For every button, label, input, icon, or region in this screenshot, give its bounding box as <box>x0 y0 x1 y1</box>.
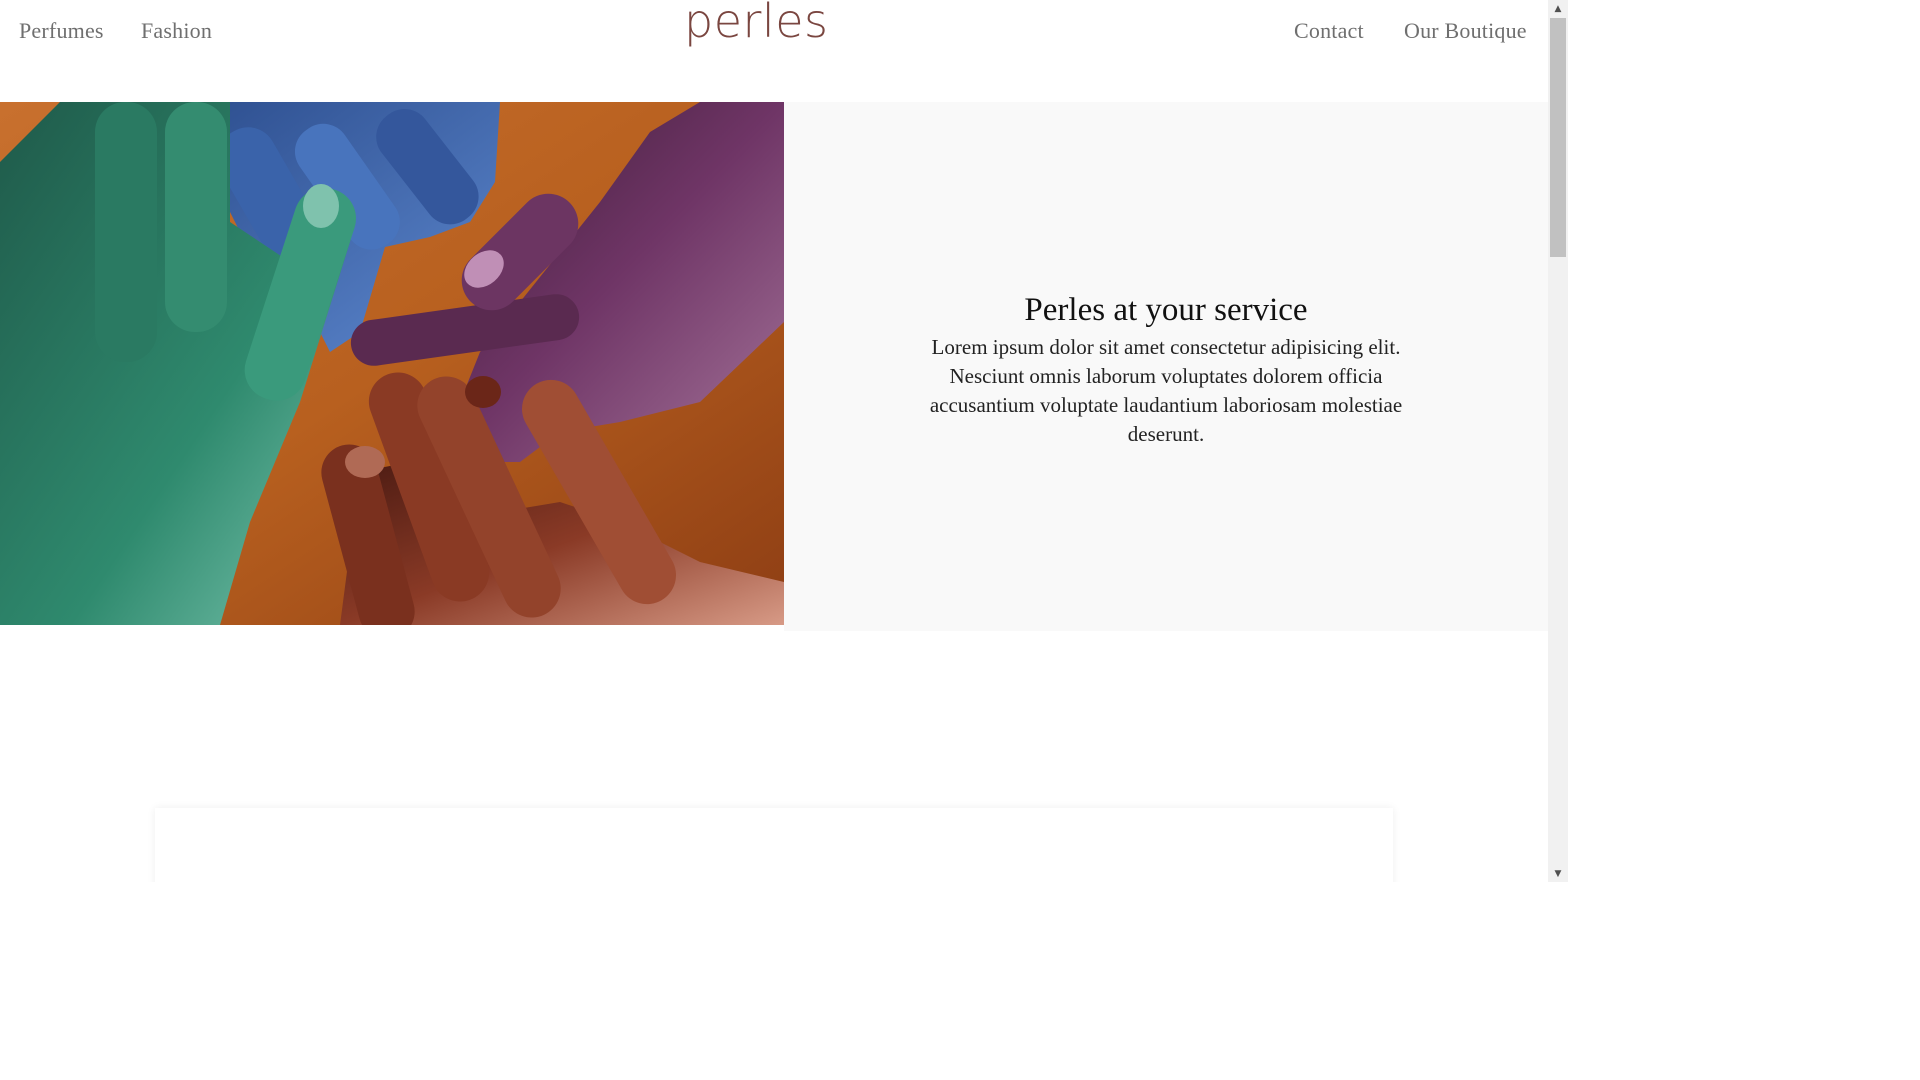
hero-title: Perles at your service <box>1024 292 1308 328</box>
hero-panel: Perles at your service Lorem ipsum dolor… <box>784 102 1548 631</box>
scroll-up-arrow-icon[interactable]: ▲ <box>1548 0 1568 17</box>
painted-hands-image <box>0 102 784 625</box>
page-scrollbar[interactable]: ▲ ▼ <box>1548 0 1568 882</box>
site-logo[interactable]: perles <box>684 0 828 48</box>
content-card <box>155 808 1393 882</box>
nav-contact[interactable]: Contact <box>1294 18 1364 44</box>
scroll-down-arrow-icon[interactable]: ▼ <box>1548 865 1568 882</box>
nav-our-boutique[interactable]: Our Boutique <box>1404 18 1527 44</box>
page: Perfumes Fashion perles Contact Our Bout… <box>0 0 1568 882</box>
nav-perfumes[interactable]: Perfumes <box>19 18 104 44</box>
nav-fashion[interactable]: Fashion <box>141 18 212 44</box>
hero-image <box>0 102 784 625</box>
scroll-thumb[interactable] <box>1550 18 1566 257</box>
hero-description: Lorem ipsum dolor sit amet consectetur a… <box>929 335 1403 446</box>
